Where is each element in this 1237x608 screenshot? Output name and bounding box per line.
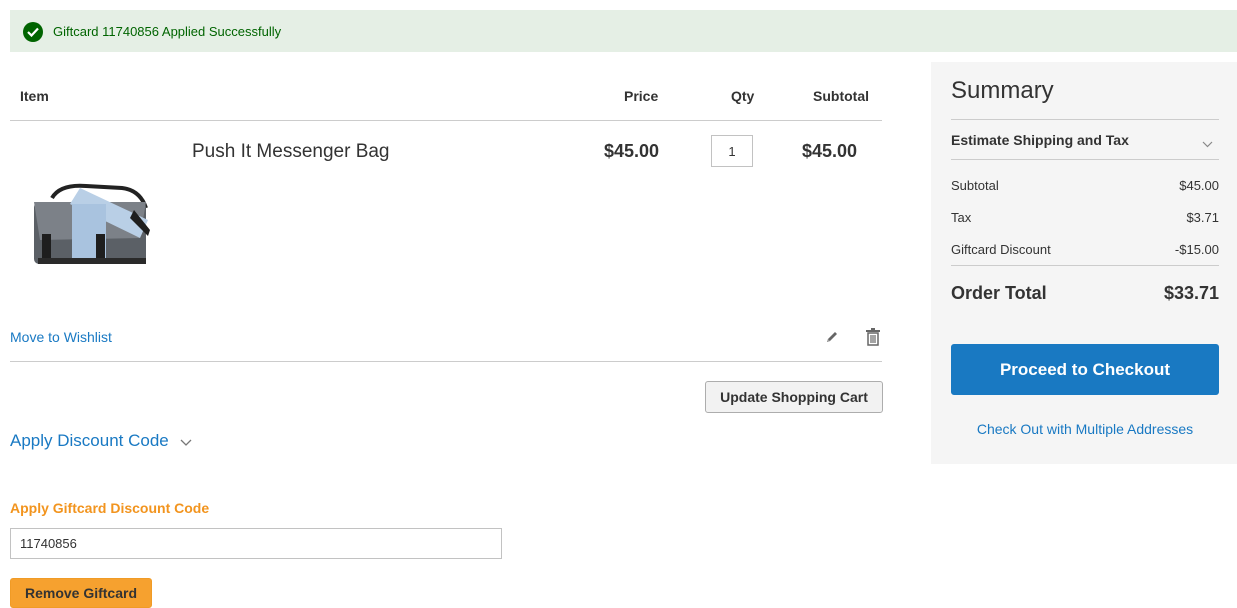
giftcard-discount-value: -$15.00 [1174, 242, 1219, 257]
order-total-value: $33.71 [1163, 283, 1219, 303]
product-name-link[interactable]: Push It Messenger Bag [192, 141, 390, 163]
check-circle-icon [23, 22, 43, 42]
move-to-wishlist-link[interactable]: Move to Wishlist [10, 329, 112, 345]
summary-divider-estimate [951, 159, 1219, 160]
order-summary-panel [931, 62, 1237, 464]
success-message: Giftcard 11740856 Applied Successfully [10, 10, 1237, 52]
column-header-price: Price [624, 88, 659, 104]
update-shopping-cart-button[interactable]: Update Shopping Cart [705, 381, 883, 413]
column-header-qty: Qty [731, 88, 755, 104]
column-header-subtotal: Subtotal [813, 88, 869, 104]
summary-divider-total [951, 265, 1219, 266]
apply-discount-label: Apply Discount Code [10, 431, 169, 450]
estimate-shipping-toggle[interactable]: Estimate Shipping and Tax [951, 126, 1219, 154]
column-header-item: Item [20, 88, 49, 104]
pencil-icon[interactable] [824, 329, 840, 350]
tax-value: $3.71 [1186, 210, 1219, 225]
giftcard-discount-label: Giftcard Discount [951, 242, 1051, 257]
qty-input[interactable] [711, 135, 753, 167]
chevron-down-icon [1202, 135, 1213, 153]
giftcard-code-input[interactable] [10, 528, 502, 559]
item-divider [10, 361, 882, 362]
order-total-label: Order Total [951, 283, 1047, 303]
chevron-down-icon [180, 432, 192, 452]
item-price: $45.00 [604, 141, 660, 161]
success-message-text: Giftcard 11740856 Applied Successfully [53, 24, 282, 39]
giftcard-title: Apply Giftcard Discount Code [10, 500, 210, 516]
proceed-to-checkout-button[interactable]: Proceed to Checkout [951, 344, 1219, 395]
remove-giftcard-button[interactable]: Remove Giftcard [10, 578, 152, 608]
tax-label: Tax [951, 210, 972, 225]
messenger-bag-image[interactable] [30, 180, 154, 273]
summary-divider-top [951, 119, 1219, 120]
subtotal-value: $45.00 [1179, 178, 1219, 193]
item-subtotal: $45.00 [802, 141, 858, 161]
apply-discount-toggle[interactable]: Apply Discount Code [10, 431, 192, 452]
summary-title: Summary [951, 77, 1054, 104]
checkout-multiple-addresses-link[interactable]: Check Out with Multiple Addresses [951, 421, 1219, 437]
subtotal-label: Subtotal [951, 178, 999, 193]
header-divider [10, 120, 882, 121]
trash-icon[interactable] [865, 328, 881, 351]
estimate-shipping-label: Estimate Shipping and Tax [951, 132, 1129, 148]
